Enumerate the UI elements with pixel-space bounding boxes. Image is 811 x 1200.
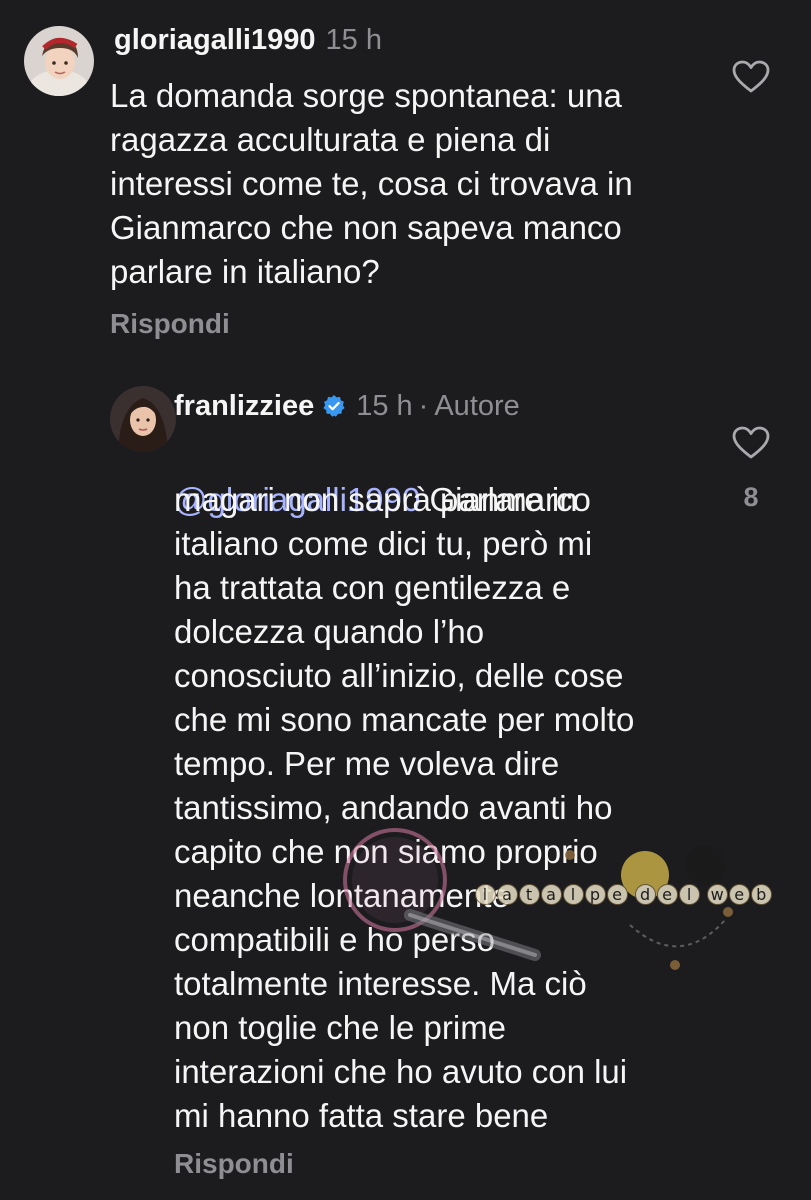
like-count: 8 [743, 482, 759, 512]
heart-outline-icon[interactable] [732, 426, 770, 460]
reply-button[interactable]: Rispondi [110, 308, 230, 340]
avatar-image [110, 386, 176, 452]
avatar-image [24, 26, 94, 96]
comment-header: gloriagalli1990 15 h [114, 22, 382, 58]
comment-text: La domanda sorge spontanea: una ragazza … [110, 77, 633, 290]
comments-thread: gloriagalli1990 15 h La domanda sorge spo… [0, 0, 811, 1200]
comment-username[interactable]: gloriagalli1990 [114, 24, 316, 56]
author-tag: Autore [434, 390, 520, 422]
comment-time: 15 h [325, 24, 382, 56]
avatar[interactable] [110, 386, 176, 452]
reply-button[interactable]: Rispondi [174, 1148, 294, 1180]
reply-username[interactable]: franlizziee [174, 390, 314, 422]
verified-badge-icon [323, 395, 345, 417]
heart-outline-icon[interactable] [732, 60, 770, 94]
separator-dot: · [418, 390, 429, 422]
reply-text-body: magari non saprà parlare in italiano com… [174, 481, 635, 1134]
reply-header: franlizziee 15 h · Autore [174, 388, 520, 424]
reply-time: 15 h [356, 390, 413, 422]
avatar[interactable] [24, 26, 94, 96]
